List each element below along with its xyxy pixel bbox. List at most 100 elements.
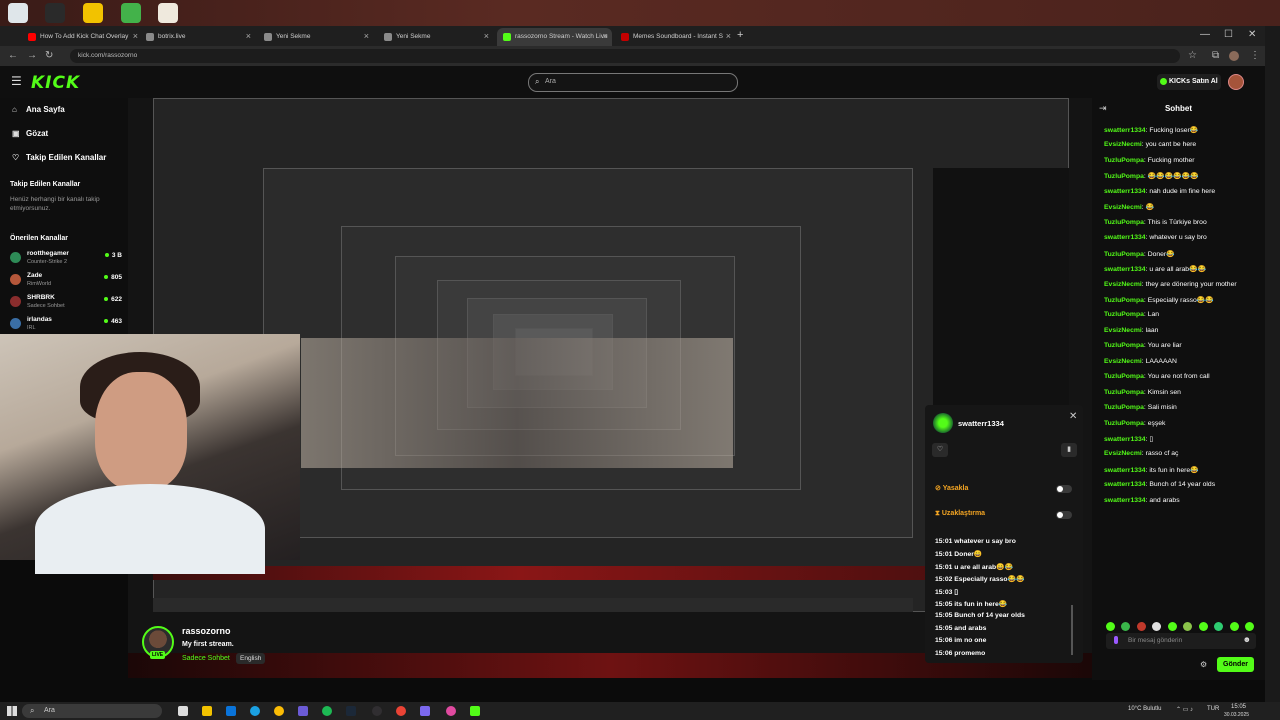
emote-icon[interactable] (1214, 622, 1224, 631)
recommended-channel[interactable]: irlandas IRL 463 (10, 316, 122, 336)
browser-tab[interactable]: Yeni Sekme × (378, 28, 493, 46)
chat-username[interactable]: TuzluPompa (1104, 173, 1144, 180)
close-tab-icon[interactable]: × (364, 31, 369, 41)
clock-date[interactable]: 30.03.2025 (1224, 712, 1249, 718)
emoji-picker-icon[interactable]: ☻ (1243, 635, 1251, 644)
app-icon[interactable] (226, 706, 236, 716)
chat-username[interactable]: swatterr1334 (1104, 188, 1146, 195)
buy-kicks-button[interactable]: KICKs Satın Al (1157, 74, 1221, 90)
chat-username[interactable]: TuzluPompa (1104, 342, 1144, 349)
emote-icon[interactable] (1229, 622, 1239, 631)
chat-username[interactable]: TuzluPompa (1104, 404, 1144, 411)
close-tab-icon[interactable]: × (726, 31, 731, 41)
stream-language-tag[interactable]: English (236, 653, 266, 664)
chat-username[interactable]: swatterr1334 (1104, 266, 1146, 273)
app-icon[interactable] (298, 706, 308, 716)
popup-scrollbar[interactable] (1071, 605, 1073, 655)
chat-message-input[interactable]: Bir mesaj gönderin ☻ (1106, 633, 1256, 649)
app-icon[interactable] (446, 706, 456, 716)
taskview-icon[interactable] (178, 706, 188, 716)
app-icon[interactable] (470, 706, 480, 716)
new-tab-button[interactable]: + (737, 29, 743, 41)
obs-icon[interactable] (372, 706, 382, 716)
user-card-username[interactable]: swatterr1334 (958, 419, 1004, 428)
emote-icon[interactable] (1121, 622, 1131, 631)
emote-icon[interactable] (1245, 622, 1255, 631)
emote-icon[interactable] (1167, 622, 1177, 631)
back-icon[interactable]: ← (8, 50, 18, 61)
close-tab-icon[interactable]: × (133, 31, 138, 41)
recommended-channel[interactable]: SHRBRK Sadece Sohbet 622 (10, 294, 122, 314)
mod-action-button[interactable]: ▮ (1061, 443, 1077, 457)
chat-username[interactable]: EvsizNecmi (1104, 358, 1142, 365)
page-scrollbar[interactable] (1265, 26, 1280, 702)
browser-tab[interactable]: botrix.live × (140, 28, 255, 46)
sidebar-item-home[interactable]: ⌂ Ana Sayfa (12, 105, 65, 114)
chrome-icon[interactable] (396, 706, 406, 716)
reload-icon[interactable]: ↻ (45, 50, 53, 61)
stream-category[interactable]: Sadece Sohbet (182, 655, 230, 662)
hamburger-menu-icon[interactable]: ☰ (11, 74, 22, 88)
app-icon[interactable] (158, 3, 178, 23)
chat-username[interactable]: TuzluPompa (1104, 373, 1144, 380)
browser-tab[interactable]: Yeni Sekme × (258, 28, 373, 46)
browser-tab[interactable]: How To Add Kick Chat Overlay × (22, 28, 142, 46)
input-language[interactable]: TUR (1207, 706, 1219, 712)
chat-username[interactable]: EvsizNecmi (1104, 281, 1142, 288)
chat-username[interactable]: EvsizNecmi (1104, 450, 1142, 457)
emote-icon[interactable] (1183, 622, 1193, 631)
chat-username[interactable]: EvsizNecmi (1104, 204, 1142, 211)
sidebar-item-following[interactable]: ♡ Takip Edilen Kanallar (12, 153, 106, 162)
recycle-bin-icon[interactable] (8, 3, 28, 23)
bookmark-star-icon[interactable]: ☆ (1188, 50, 1197, 61)
address-bar[interactable]: kick.com/rassozorno (70, 49, 1180, 63)
kick-emote-icon[interactable] (1114, 636, 1118, 644)
recommended-channel[interactable]: Zade RimWorld 805 (10, 272, 122, 292)
sidebar-item-browse[interactable]: ▣ Gözat (12, 129, 48, 138)
chat-username[interactable]: swatterr1334 (1104, 127, 1146, 134)
browser-tab[interactable]: Memes Soundboard - Instant S × (615, 28, 735, 46)
minimize-icon[interactable]: — (1200, 29, 1210, 40)
profile-avatar[interactable] (1229, 51, 1239, 61)
chat-username[interactable]: EvsizNecmi (1104, 141, 1142, 148)
emote-icon[interactable] (1136, 622, 1146, 631)
emote-icon[interactable] (1198, 622, 1208, 631)
chat-username[interactable]: TuzluPompa (1104, 389, 1144, 396)
close-window-icon[interactable]: ✕ (1248, 29, 1256, 40)
system-tray-icons[interactable]: ⌃ ▭ ♪ (1176, 706, 1193, 713)
recommended-channel[interactable]: rootthegamer Counter-Strike 2 3 B (10, 250, 122, 270)
search-input[interactable]: ⌕ Ara (528, 73, 738, 92)
chat-username[interactable]: TuzluPompa (1104, 420, 1144, 427)
streamer-name[interactable]: rassozorno (182, 626, 231, 636)
chat-username[interactable]: swatterr1334 (1104, 497, 1146, 504)
forward-icon[interactable]: → (27, 50, 37, 61)
app-icon[interactable] (45, 3, 65, 23)
close-icon[interactable]: ✕ (1069, 411, 1077, 422)
maximize-icon[interactable]: ☐ (1224, 29, 1233, 40)
chat-username[interactable]: swatterr1334 (1104, 481, 1146, 488)
bluestacks-icon[interactable] (121, 3, 141, 23)
app-icon[interactable] (420, 706, 430, 716)
emote-icon[interactable] (1106, 622, 1115, 631)
chat-username[interactable]: swatterr1334 (1104, 436, 1146, 443)
clock-time[interactable]: 15:05 (1231, 704, 1246, 710)
close-tab-icon[interactable]: × (246, 31, 251, 41)
browser-menu-icon[interactable]: ⋮ (1250, 50, 1260, 61)
chat-username[interactable]: EvsizNecmi (1104, 327, 1142, 334)
taskbar-search-input[interactable]: ⌕ Ara (22, 704, 162, 718)
chat-username[interactable]: TuzluPompa (1104, 219, 1144, 226)
chat-username[interactable]: TuzluPompa (1104, 311, 1144, 318)
spotify-icon[interactable] (322, 706, 332, 716)
chat-username[interactable]: swatterr1334 (1104, 467, 1146, 474)
emote-icon[interactable] (1152, 622, 1162, 631)
browser-tab-active[interactable]: rassozorno Stream - Watch Live × (497, 28, 612, 46)
chat-username[interactable]: TuzluPompa (1104, 157, 1144, 164)
chat-settings-gear-icon[interactable]: ⚙ (1200, 660, 1207, 669)
edge-icon[interactable] (250, 706, 260, 716)
user-avatar[interactable] (1228, 74, 1244, 90)
chat-username[interactable]: swatterr1334 (1104, 234, 1146, 241)
steam-icon[interactable] (346, 706, 356, 716)
close-tab-icon[interactable]: × (603, 31, 608, 41)
chat-username[interactable]: TuzluPompa (1104, 251, 1144, 258)
close-tab-icon[interactable]: × (484, 31, 489, 41)
